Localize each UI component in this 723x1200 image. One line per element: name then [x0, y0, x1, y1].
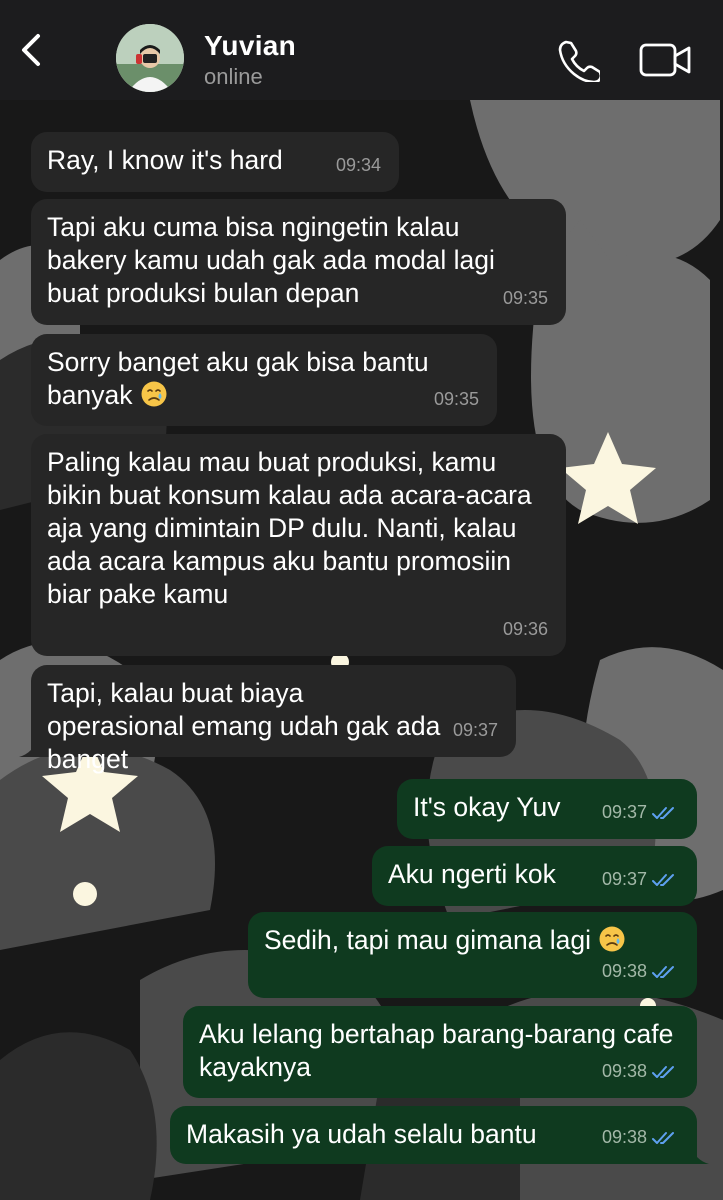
double-check-icon: [652, 806, 674, 819]
message-bubble-incoming[interactable]: Tapi, kalau buat biaya operasional emang…: [19, 665, 516, 774]
message-time: 09:35: [502, 288, 548, 308]
message-time: 09:36: [502, 619, 548, 639]
bubble-tail: [19, 737, 39, 757]
message-time: 09:38: [601, 1127, 647, 1147]
video-call-button[interactable]: [638, 40, 692, 80]
back-button[interactable]: [14, 30, 50, 70]
message-time: 09:38: [601, 961, 647, 981]
double-check-icon: [652, 873, 674, 886]
message-bubble-outgoing[interactable]: It's okay Yuv 09:37: [397, 779, 697, 839]
phone-icon: [558, 40, 603, 84]
contact-name[interactable]: Yuvian: [204, 30, 296, 62]
message-time: 09:34: [335, 155, 381, 175]
message-text: Sorry banget aku gak bisa bantu banyak: [47, 347, 429, 410]
message-time: 09:37: [601, 869, 647, 889]
message-time: 09:37: [452, 720, 498, 740]
message-bubble-incoming[interactable]: Ray, I know it's hard 09:34: [31, 132, 399, 192]
message-bubble-outgoing[interactable]: Aku lelang bertahap barang-barang cafe k…: [183, 1006, 697, 1098]
double-check-icon: [652, 1131, 674, 1144]
crying-face-emoji: [140, 380, 168, 408]
double-check-icon: [652, 965, 674, 978]
bubble-tail: [689, 1144, 709, 1164]
double-check-icon: [652, 1065, 674, 1078]
crying-face-emoji: [598, 925, 626, 953]
message-time: 09:37: [601, 802, 647, 822]
message-bubble-incoming[interactable]: Paling kalau mau buat produksi, kamu bik…: [31, 434, 566, 656]
video-camera-icon: [639, 43, 691, 77]
message-bubble-incoming[interactable]: Tapi aku cuma bisa ngingetin kalau baker…: [31, 199, 566, 325]
message-text: Tapi, kalau buat biaya operasional emang…: [47, 678, 441, 774]
contact-avatar[interactable]: [116, 24, 184, 92]
chevron-left-icon: [22, 34, 40, 66]
message-bubble-outgoing[interactable]: Makasih ya udah selalu bantu 09:38: [170, 1106, 709, 1164]
message-bubble-outgoing[interactable]: Aku ngerti kok 09:37: [372, 846, 697, 906]
message-time: 09:38: [601, 1061, 647, 1081]
chat-header: Yuvian online: [0, 0, 723, 100]
message-bubble-incoming[interactable]: Sorry banget aku gak bisa bantu banyak 0…: [31, 334, 497, 426]
message-text: Ray, I know it's hard: [47, 145, 283, 175]
message-text: Paling kalau mau buat produksi, kamu bik…: [47, 447, 532, 609]
message-text: Tapi aku cuma bisa ngingetin kalau baker…: [47, 212, 495, 308]
message-time: 09:35: [433, 389, 479, 409]
contact-status: online: [204, 64, 263, 89]
message-bubble-outgoing[interactable]: Sedih, tapi mau gimana lagi 09:38: [248, 912, 697, 998]
message-text: Sedih, tapi mau gimana lagi: [264, 925, 592, 955]
voice-call-button[interactable]: [556, 38, 603, 84]
